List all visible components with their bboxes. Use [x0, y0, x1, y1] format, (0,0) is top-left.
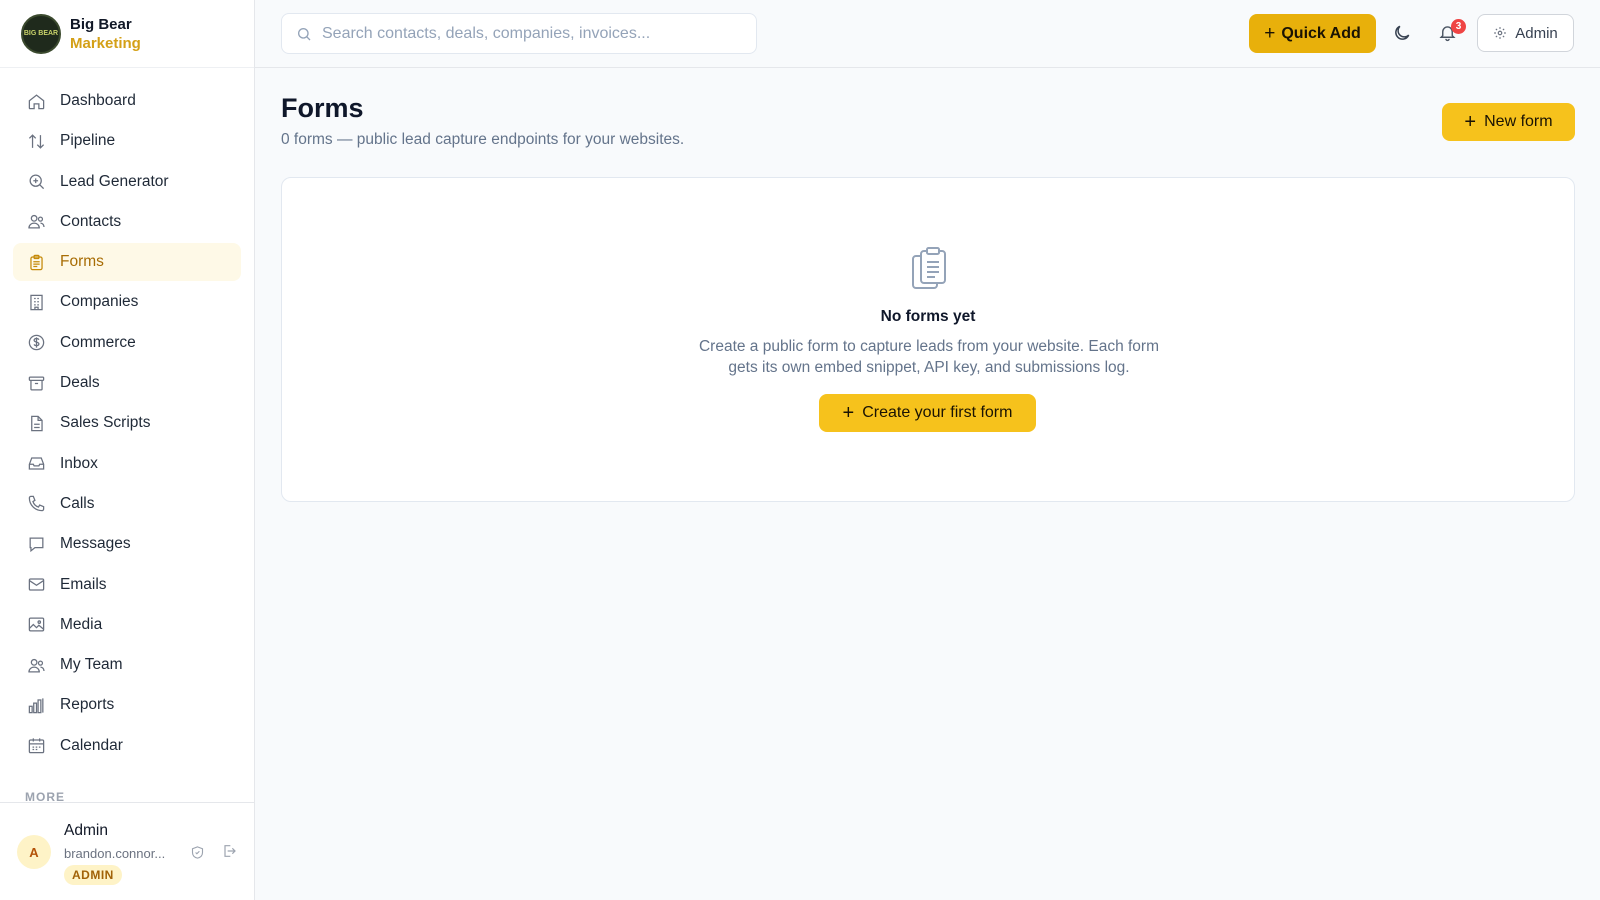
user-profile: A Admin brandon.connor... ADMIN: [0, 802, 254, 900]
brand-logo-text: BIG BEAR: [23, 30, 59, 37]
home-icon: [26, 91, 46, 111]
sidebar-item-emails[interactable]: Emails: [13, 566, 241, 604]
gear-icon: [1493, 26, 1507, 40]
building-icon: [26, 292, 46, 312]
clipboard-icon: [26, 252, 46, 272]
role-badge: ADMIN: [64, 865, 122, 885]
sidebar-item-dashboard[interactable]: Dashboard: [13, 82, 241, 120]
team-icon: [26, 655, 46, 675]
user-name: Admin: [64, 822, 108, 839]
sidebar-item-label: My Team: [60, 656, 123, 674]
sidebar-item-label: Media: [60, 615, 103, 633]
sidebar-item-label: Sales Scripts: [60, 414, 151, 432]
sidebar-item-calls[interactable]: Calls: [13, 485, 241, 523]
plus-icon: +: [1464, 110, 1477, 133]
sidebar-item-label: Dashboard: [60, 92, 136, 109]
sidebar-item-commerce[interactable]: Commerce: [13, 324, 241, 362]
brand-text: Big Bear Marketing: [70, 15, 141, 53]
sidebar-item-lead-generator[interactable]: Lead Generator: [13, 163, 241, 201]
notification-count-badge: 3: [1451, 19, 1466, 34]
sidebar-item-label: Contacts: [60, 212, 122, 230]
shield-icon[interactable]: [190, 845, 205, 865]
global-search[interactable]: [281, 13, 757, 54]
sidebar-item-label: Calls: [60, 494, 95, 512]
clipboard-icon: [909, 246, 949, 299]
sidebar-item-label: Pipeline: [60, 132, 116, 150]
calendar-icon: [26, 736, 46, 756]
new-form-label: New form: [1484, 113, 1553, 130]
search-icon: [296, 26, 312, 42]
sidebar-item-calendar[interactable]: Calendar: [13, 727, 241, 765]
brand-subtitle: Marketing: [70, 34, 141, 52]
brand-logo: BIG BEAR: [21, 13, 61, 54]
sidebar-item-label: Forms: [60, 253, 104, 271]
sidebar-item-messages[interactable]: Messages: [13, 525, 241, 563]
plus-icon: +: [842, 401, 855, 424]
user-email: brandon.connor...: [64, 846, 166, 861]
quick-add-label: Quick Add: [1281, 24, 1361, 42]
sidebar-item-label: Emails: [60, 575, 107, 593]
sidebar-item-label: Commerce: [60, 333, 136, 351]
empty-state-description: Create a public form to capture leads fr…: [698, 338, 1160, 376]
sidebar-item-deals[interactable]: Deals: [13, 364, 241, 402]
archive-box-icon: [26, 373, 46, 393]
sidebar-nav: Dashboard Pipeline Lead Generator Contac…: [0, 68, 254, 765]
users-icon: [26, 212, 46, 232]
search-plus-icon: [26, 172, 46, 192]
page-title: Forms: [281, 93, 364, 123]
create-first-form-button[interactable]: + Create your first form: [819, 394, 1036, 432]
sidebar-item-label: Messages: [60, 535, 131, 553]
dollar-circle-icon: [26, 333, 46, 353]
dark-mode-toggle-icon[interactable]: [1392, 23, 1412, 48]
new-form-button[interactable]: + New form: [1442, 103, 1575, 141]
arrows-up-down-icon: [26, 131, 46, 151]
sidebar-item-companies[interactable]: Companies: [13, 283, 241, 321]
search-input[interactable]: [322, 24, 742, 43]
avatar[interactable]: A: [17, 835, 51, 869]
topbar: + Quick Add 3 Admin: [255, 0, 1600, 68]
sidebar-item-sales-scripts[interactable]: Sales Scripts: [13, 404, 241, 442]
page-subtitle: 0 forms — public lead capture endpoints …: [281, 131, 685, 148]
empty-state-card: No forms yet Create a public form to cap…: [281, 177, 1575, 502]
logout-icon[interactable]: [221, 843, 237, 864]
sidebar-item-pipeline[interactable]: Pipeline: [13, 122, 241, 160]
brand-name: Big Bear: [70, 15, 132, 33]
inbox-icon: [26, 454, 46, 474]
sidebar-item-inbox[interactable]: Inbox: [13, 445, 241, 483]
sidebar-item-label: Calendar: [60, 736, 123, 754]
sidebar-item-media[interactable]: Media: [13, 606, 241, 644]
admin-button[interactable]: Admin: [1477, 14, 1574, 52]
create-first-form-label: Create your first form: [862, 404, 1013, 421]
image-icon: [26, 615, 46, 635]
plus-icon: +: [1264, 22, 1276, 44]
sidebar-item-forms[interactable]: Forms: [13, 243, 241, 282]
document-icon: [26, 413, 46, 433]
phone-icon: [26, 494, 46, 514]
empty-state-title: No forms yet: [880, 308, 976, 325]
sidebar-item-label: Deals: [60, 374, 100, 392]
chat-bubble-icon: [26, 534, 46, 554]
admin-label: Admin: [1515, 24, 1558, 42]
envelope-icon: [26, 575, 46, 595]
sidebar-item-label: Companies: [60, 293, 139, 311]
brand[interactable]: BIG BEAR Big Bear Marketing: [0, 0, 254, 68]
sidebar-item-reports[interactable]: Reports: [13, 686, 241, 724]
sidebar-item-label: Reports: [60, 696, 115, 714]
sidebar-item-my-team[interactable]: My Team: [13, 646, 241, 684]
sidebar-item-label: Inbox: [60, 454, 98, 472]
quick-add-button[interactable]: + Quick Add: [1249, 14, 1376, 53]
sidebar-item-contacts[interactable]: Contacts: [13, 203, 241, 241]
bar-chart-icon: [26, 695, 46, 715]
sidebar: BIG BEAR Big Bear Marketing Dashboard Pi…: [0, 0, 255, 900]
sidebar-item-label: Lead Generator: [60, 172, 169, 190]
